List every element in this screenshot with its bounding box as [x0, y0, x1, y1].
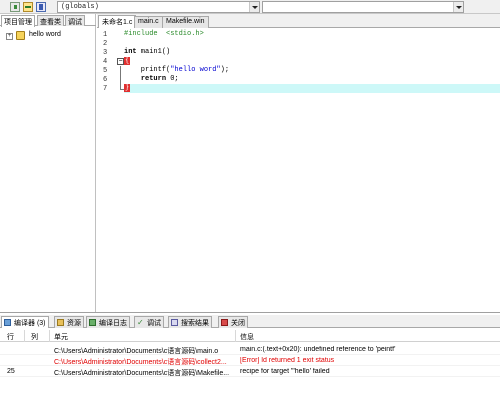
code-text[interactable]: #include <stdio.h> int main1() { printf(… [124, 30, 500, 130]
expand-icon[interactable]: + [6, 33, 13, 40]
message-row[interactable]: C:\Users\Administrator\Documents\c语言源码\c… [0, 355, 500, 366]
grid-icon [4, 319, 11, 326]
editor-tabs: 未命名1.c main.c Makefile.win [97, 14, 500, 28]
project-panel-tabs: 项目管理 查看类 调试 [0, 15, 96, 27]
output-panel: 编译器 (3) 资源 编译日志 ✓ 调试 搜索结果 关闭 行 列 单元 信息 C… [0, 312, 500, 408]
close-icon [221, 319, 228, 326]
globals-combo-value: (globals) [61, 3, 99, 11]
column-divider[interactable] [24, 330, 25, 342]
tab-file-untitled[interactable]: 未命名1.c [98, 15, 137, 28]
output-tabs: 编译器 (3) 资源 编译日志 ✓ 调试 搜索结果 关闭 [0, 315, 500, 328]
tab-compile-log-label: 编译日志 [99, 320, 127, 327]
tab-project-manager[interactable]: 项目管理 [1, 15, 35, 27]
line-number-gutter: 1 2 3 4 5 6 7 [97, 30, 114, 312]
code-line: { [124, 57, 131, 65]
resource-icon [57, 319, 64, 326]
cell-line: 25 [7, 368, 15, 375]
cell-unit: C:\Users\Administrator\Documents\c语言源码\M… [54, 370, 230, 377]
function-combo[interactable] [262, 1, 464, 13]
tab-compiler-label: 编译器 (3) [14, 320, 46, 327]
message-row[interactable]: 25 C:\Users\Administrator\Documents\c语言源… [0, 366, 500, 377]
column-divider[interactable] [235, 330, 236, 342]
code-line: int main1() [124, 48, 171, 56]
message-table-header: 行 列 单元 信息 [0, 330, 500, 342]
line-number: 3 [103, 49, 108, 57]
cell-info: main.c:(.text+0x20): undefined reference… [240, 346, 396, 353]
open-project-icon[interactable] [23, 2, 33, 12]
save-icon[interactable] [36, 2, 46, 12]
tree-item-label: hello word [29, 31, 61, 38]
tab-file-makefile[interactable]: Makefile.win [162, 16, 209, 28]
column-divider[interactable] [49, 330, 50, 342]
code-line: printf("hello word"); [124, 66, 230, 74]
tab-close-label: 关闭 [231, 320, 245, 327]
tab-close[interactable]: 关闭 [218, 316, 248, 328]
tab-debug-label: 调试 [147, 320, 161, 327]
code-editor: 未命名1.c main.c Makefile.win 1 2 3 4 5 6 7… [97, 14, 500, 312]
code-line: #include <stdio.h> [124, 30, 204, 38]
tab-resources-label: 资源 [67, 320, 81, 327]
line-number: 7 [103, 85, 108, 93]
tab-resources[interactable]: 资源 [54, 316, 84, 328]
search-results-icon [171, 319, 178, 326]
line-number: 2 [103, 40, 108, 48]
code-line: return 0; [140, 75, 179, 83]
code-line: } [124, 84, 131, 92]
column-header-info[interactable]: 信息 [240, 332, 254, 342]
chart-icon [89, 319, 96, 326]
column-header-unit[interactable]: 单元 [54, 332, 68, 342]
tab-compiler[interactable]: 编译器 (3) [1, 316, 49, 328]
project-panel: 项目管理 查看类 调试 + hello word [0, 14, 96, 312]
column-header-col[interactable]: 列 [31, 332, 38, 342]
tab-class-view[interactable]: 查看类 [37, 15, 64, 26]
globals-combo[interactable]: (globals) [57, 1, 260, 13]
fold-guide [120, 66, 121, 89]
line-number: 4 [103, 58, 108, 66]
project-icon [16, 31, 25, 40]
tab-file-main[interactable]: main.c [134, 16, 163, 28]
chevron-down-icon[interactable] [249, 2, 259, 12]
current-line-highlight [124, 84, 500, 93]
toolbar: (globals) [0, 0, 500, 14]
tab-search-results-label: 搜索结果 [181, 320, 209, 327]
check-icon: ✓ [137, 318, 144, 327]
new-file-icon[interactable] [10, 2, 20, 12]
tab-compile-log[interactable]: 编译日志 [86, 316, 130, 328]
tab-search-results[interactable]: 搜索结果 [168, 316, 212, 328]
cell-info: [Error] ld returned 1 exit status [240, 357, 335, 364]
line-number: 5 [103, 67, 108, 75]
cell-info: recipe for target '"hello' failed [240, 368, 330, 375]
tab-debug-output[interactable]: ✓ 调试 [134, 316, 164, 328]
tab-debug[interactable]: 调试 [65, 15, 85, 26]
column-header-line[interactable]: 行 [7, 332, 14, 342]
line-number: 6 [103, 76, 108, 84]
fold-toggle-icon[interactable]: − [117, 58, 124, 65]
chevron-down-icon[interactable] [453, 2, 463, 12]
message-row[interactable]: C:\Users\Administrator\Documents\c语言源码\m… [0, 344, 500, 355]
line-number: 1 [103, 31, 108, 39]
